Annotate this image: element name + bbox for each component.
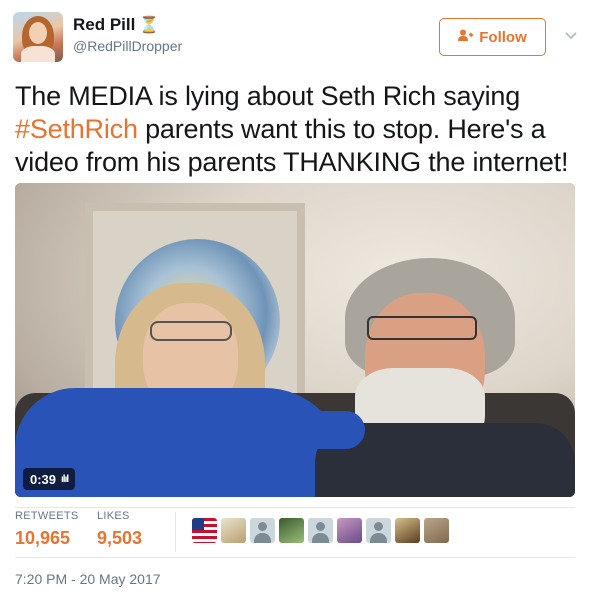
video-arm [215, 411, 365, 449]
divider-bottom [15, 557, 575, 558]
retweets-count: 10,965 [15, 528, 71, 548]
liker-avatar[interactable] [221, 518, 246, 543]
follow-label: Follow [479, 28, 527, 46]
tweet-text-before: The MEDIA is lying about Seth Rich sayin… [15, 81, 521, 111]
audio-bars-icon: ılıl [61, 473, 69, 485]
tweet-timestamp[interactable]: 7:20 PM - 20 May 2017 [15, 571, 161, 587]
divider-top [15, 507, 575, 508]
video-player[interactable]: 0:39 ılıl [15, 183, 575, 497]
liker-avatar[interactable] [192, 518, 217, 543]
liker-avatar[interactable] [308, 518, 333, 543]
liker-avatar[interactable] [279, 518, 304, 543]
liker-avatars [192, 518, 449, 543]
liker-avatar[interactable] [250, 518, 275, 543]
liker-avatar[interactable] [424, 518, 449, 543]
retweets-label: RETWEETS [15, 510, 79, 522]
video-man-glasses [367, 316, 477, 340]
user-avatar[interactable] [13, 12, 63, 62]
hourglass-icon: ⏳ [139, 17, 160, 34]
tweet-header: Red Pill ⏳ @RedPillDropper Follow [13, 12, 578, 62]
likes-label: LIKES [97, 510, 130, 522]
video-woman-glasses [150, 321, 232, 341]
likes-count: 9,503 [97, 528, 143, 548]
liker-avatar[interactable] [337, 518, 362, 543]
user-name-text[interactable]: Red Pill [73, 15, 135, 34]
liker-avatar[interactable] [395, 518, 420, 543]
add-user-icon [458, 29, 474, 45]
video-duration-badge: 0:39 ılıl [23, 468, 76, 490]
hashtag-link[interactable]: #SethRich [15, 114, 138, 144]
tweet-stats: RETWEETS 10,965 LIKES 9,503 [15, 510, 575, 556]
stats-separator [175, 512, 176, 552]
user-handle[interactable]: @RedPillDropper [73, 38, 182, 54]
follow-button[interactable]: Follow [439, 18, 546, 56]
chevron-down-icon[interactable] [564, 29, 578, 43]
retweets-stat[interactable]: RETWEETS 10,965 [15, 510, 79, 549]
likes-stat[interactable]: LIKES 9,503 [97, 510, 142, 549]
avatar-face [29, 22, 47, 44]
video-duration: 0:39 [30, 471, 57, 487]
liker-avatar[interactable] [366, 518, 391, 543]
avatar-body [21, 46, 55, 62]
tweet-text: The MEDIA is lying about Seth Rich sayin… [15, 80, 580, 179]
user-name[interactable]: Red Pill ⏳ [73, 15, 159, 35]
